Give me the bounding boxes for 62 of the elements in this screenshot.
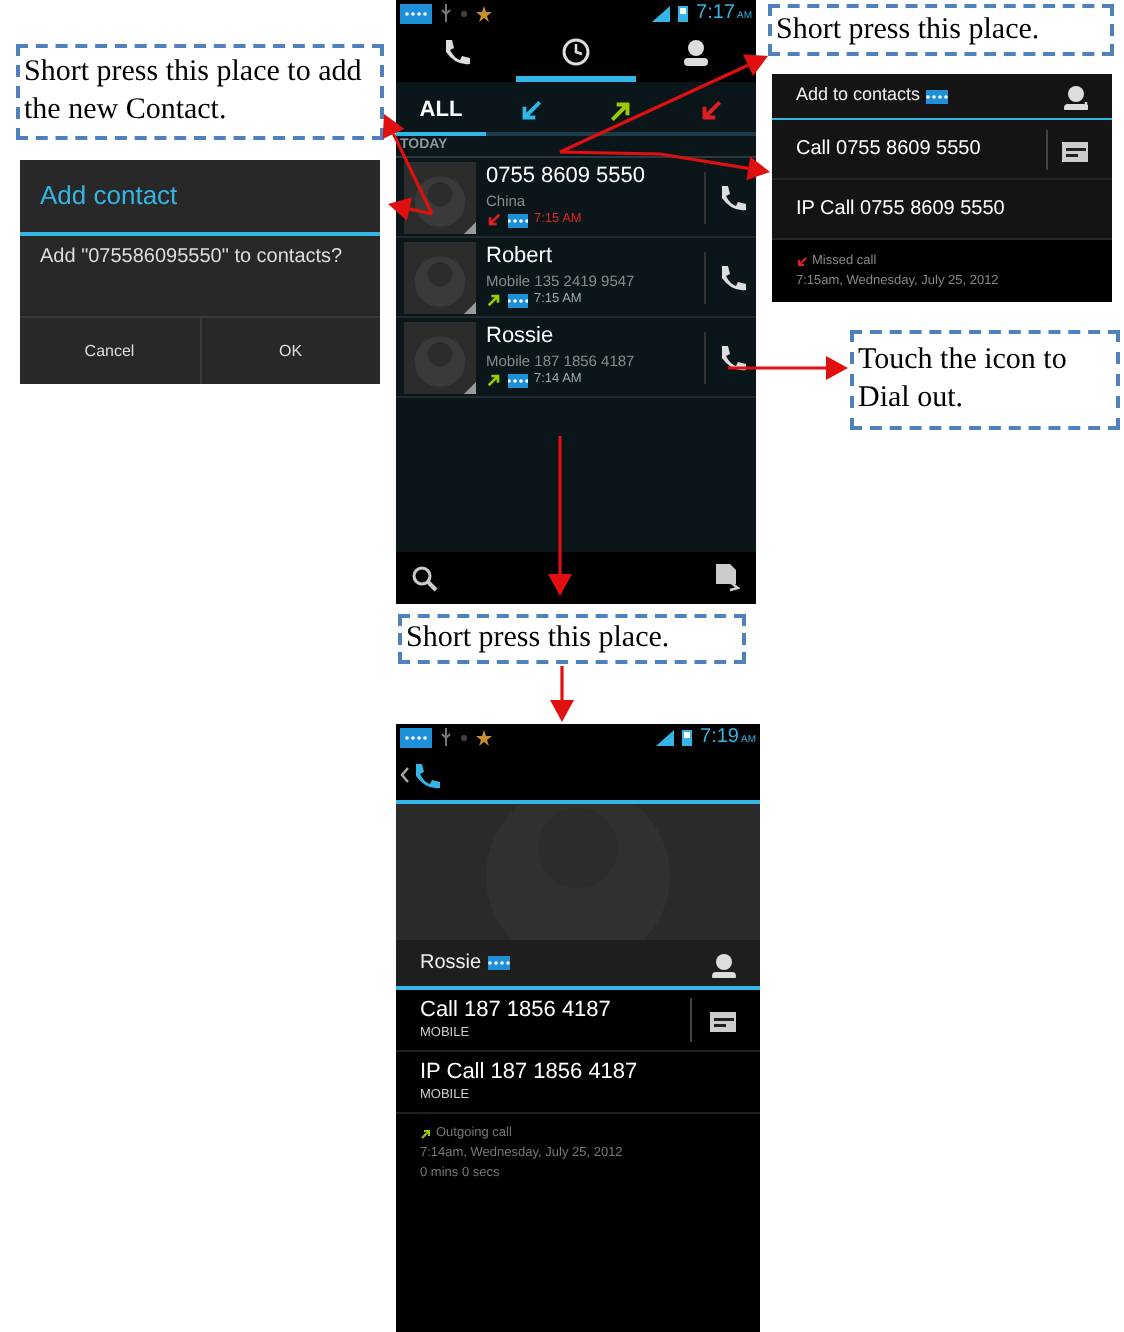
- dot-icon: [460, 9, 468, 17]
- back-icon[interactable]: [400, 766, 410, 784]
- outgoing-call-icon: [420, 1127, 432, 1140]
- avatar-icon: [404, 241, 476, 313]
- phone-icon[interactable]: [410, 759, 442, 791]
- outgoing-call-icon: [486, 292, 502, 309]
- missed-call-icon: [698, 97, 724, 123]
- call-label: IP Call 187 1856 4187: [420, 1060, 638, 1088]
- sim-badge-icon: [400, 727, 432, 747]
- sim-badge-icon: [400, 3, 432, 23]
- battery-icon: [678, 4, 689, 22]
- star-icon: [476, 5, 492, 21]
- avatar-icon: [404, 321, 476, 393]
- leader-line: [559, 150, 661, 156]
- caller-name: 0755 8609 5550: [486, 164, 648, 192]
- callout-text: Touch the icon to Dial out.: [858, 342, 1069, 418]
- signal-icon: [652, 5, 671, 21]
- missed-call-icon: [486, 212, 502, 229]
- sim-badge-icon: [487, 956, 510, 970]
- signal-icon: [656, 729, 675, 745]
- search-icon[interactable]: [412, 565, 438, 591]
- outgoing-call-icon: [608, 97, 634, 123]
- arrow: [728, 356, 848, 380]
- phone-icon[interactable]: [716, 261, 748, 293]
- star-icon: [476, 729, 492, 745]
- missed-call-icon: [796, 255, 808, 268]
- callout-text: Short press this place.: [406, 620, 670, 658]
- callout-text: Short press this place to add the new Contact.: [24, 54, 364, 130]
- dialog-message: Add "075586095550" to contacts?: [38, 244, 345, 272]
- dot-icon: [460, 733, 468, 741]
- status-time: 7:19: [700, 724, 739, 752]
- menu-item[interactable]: IP Call 0755 8609 5550: [796, 194, 1088, 224]
- sim-badge-icon: [508, 293, 528, 308]
- callout-text: Short press this place.: [776, 11, 1040, 49]
- contact-icon[interactable]: [708, 949, 736, 977]
- incoming-call-icon: [518, 97, 544, 123]
- sim-badge-icon: [508, 373, 528, 388]
- add-contact-icon[interactable]: [1060, 82, 1088, 110]
- contact-name: Rossie: [420, 950, 482, 978]
- dialog-button[interactable]: Cancel: [20, 318, 201, 384]
- status-time: 7:17: [696, 0, 735, 28]
- avatar-icon: [404, 161, 476, 233]
- outgoing-call-icon: [486, 372, 502, 389]
- message-icon[interactable]: [708, 1006, 736, 1034]
- caller-name: Robert: [486, 244, 555, 272]
- phone-icon[interactable]: [716, 181, 748, 213]
- sim-badge-icon: [508, 213, 528, 228]
- arrow: [550, 666, 574, 722]
- battery-icon: [682, 728, 693, 746]
- dialog-button[interactable]: OK: [201, 318, 380, 384]
- usb-icon: [440, 728, 452, 746]
- menu-item[interactable]: Call 0755 8609 5550: [796, 134, 1046, 164]
- clock-icon: [560, 35, 592, 67]
- phone-icon: [440, 35, 472, 67]
- call-label: Call 187 1856 4187: [420, 998, 611, 1026]
- document-icon[interactable]: [714, 564, 740, 592]
- dialog-title: Add contact: [20, 160, 380, 236]
- usb-icon: [440, 4, 452, 22]
- sim-badge-icon: [926, 89, 949, 103]
- person-icon: [680, 35, 712, 67]
- caller-name: Rossie: [486, 324, 556, 352]
- menu-title: Add to contacts: [796, 82, 921, 109]
